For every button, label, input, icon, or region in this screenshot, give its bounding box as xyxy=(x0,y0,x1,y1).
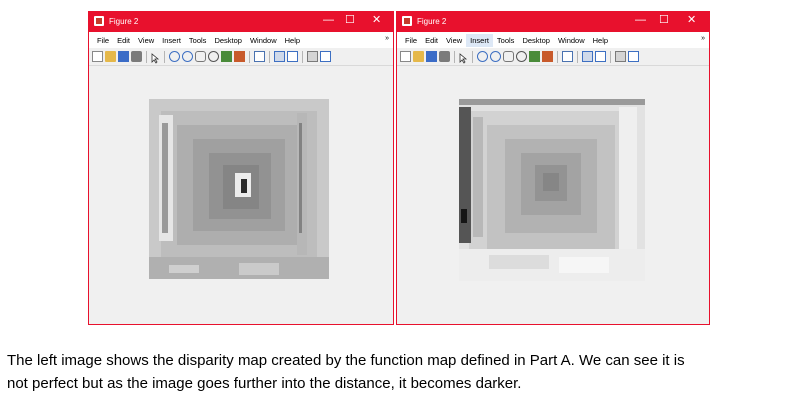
menu-edit[interactable]: Edit xyxy=(113,34,134,47)
save-icon[interactable] xyxy=(426,51,437,62)
menu-desktop[interactable]: Desktop xyxy=(210,34,246,47)
title-bar[interactable]: Figure 2 — ☐ ✕ xyxy=(397,12,709,32)
caption-line-2: not perfect but as the image goes furthe… xyxy=(7,375,522,392)
brush-icon[interactable] xyxy=(234,51,245,62)
plot-area xyxy=(89,67,393,324)
zoom-in-icon[interactable] xyxy=(169,51,180,62)
link-plot-icon[interactable] xyxy=(254,51,265,62)
legend-icon[interactable] xyxy=(287,51,298,62)
toolbar-separator xyxy=(164,50,165,63)
zoom-out-icon[interactable] xyxy=(490,51,501,62)
rotate-3d-icon[interactable] xyxy=(516,51,527,62)
rotate-3d-icon[interactable] xyxy=(208,51,219,62)
show-plot-tools-icon[interactable] xyxy=(320,51,331,62)
maximize-button[interactable]: ☐ xyxy=(659,15,669,26)
menu-view[interactable]: View xyxy=(134,34,158,47)
legend-icon[interactable] xyxy=(595,51,606,62)
close-button[interactable]: ✕ xyxy=(372,15,381,26)
close-button[interactable]: ✕ xyxy=(687,15,696,26)
menu-insert[interactable]: Insert xyxy=(466,33,493,47)
zoom-in-icon[interactable] xyxy=(477,51,488,62)
figure-window-left: Figure 2 — ☐ ✕ File Edit View Insert Too… xyxy=(88,11,394,325)
toolbar-separator xyxy=(472,50,473,63)
menu-overflow-icon[interactable]: » xyxy=(385,35,389,42)
menu-window[interactable]: Window xyxy=(554,34,589,47)
menu-help[interactable]: Help xyxy=(589,34,612,47)
figure-window-right: Figure 2 — ☐ ✕ File Edit View Insert Too… xyxy=(396,11,710,325)
zoom-out-icon[interactable] xyxy=(182,51,193,62)
new-figure-icon[interactable] xyxy=(400,51,411,62)
toolbar-separator xyxy=(577,50,578,63)
colorbar-icon[interactable] xyxy=(274,51,285,62)
pointer-icon[interactable] xyxy=(151,51,160,64)
data-cursor-icon[interactable] xyxy=(221,51,232,62)
menu-overflow-icon[interactable]: » xyxy=(701,35,705,42)
minimize-button[interactable]: — xyxy=(635,15,646,26)
data-cursor-icon[interactable] xyxy=(529,51,540,62)
figure-toolbar xyxy=(397,48,709,66)
menu-desktop[interactable]: Desktop xyxy=(518,34,554,47)
toolbar-separator xyxy=(146,50,147,63)
menu-bar: File Edit View Insert Tools Desktop Wind… xyxy=(89,32,393,48)
menu-window[interactable]: Window xyxy=(246,34,281,47)
matlab-icon xyxy=(94,16,104,26)
disparity-map-image xyxy=(459,99,645,281)
menu-tools[interactable]: Tools xyxy=(493,34,519,47)
toolbar-separator xyxy=(557,50,558,63)
hide-plot-tools-icon[interactable] xyxy=(615,51,626,62)
new-figure-icon[interactable] xyxy=(92,51,103,62)
caption-line-1: The left image shows the disparity map c… xyxy=(7,352,685,369)
figure-toolbar xyxy=(89,48,393,66)
menu-view[interactable]: View xyxy=(442,34,466,47)
window-title: Figure 2 xyxy=(417,17,447,26)
show-plot-tools-icon[interactable] xyxy=(628,51,639,62)
maximize-button[interactable]: ☐ xyxy=(345,15,355,26)
open-file-icon[interactable] xyxy=(413,51,424,62)
hide-plot-tools-icon[interactable] xyxy=(307,51,318,62)
toolbar-separator xyxy=(302,50,303,63)
window-title: Figure 2 xyxy=(109,17,139,26)
link-plot-icon[interactable] xyxy=(562,51,573,62)
menu-edit[interactable]: Edit xyxy=(421,34,442,47)
save-icon[interactable] xyxy=(118,51,129,62)
matlab-icon xyxy=(402,16,412,26)
pointer-icon[interactable] xyxy=(459,51,468,64)
plot-area xyxy=(397,67,709,324)
menu-file[interactable]: File xyxy=(93,34,113,47)
toolbar-separator xyxy=(454,50,455,63)
print-icon[interactable] xyxy=(131,51,142,62)
title-bar[interactable]: Figure 2 — ☐ ✕ xyxy=(89,12,393,32)
toolbar-separator xyxy=(249,50,250,63)
toolbar-separator xyxy=(610,50,611,63)
disparity-map-image xyxy=(149,99,329,279)
menu-help[interactable]: Help xyxy=(281,34,304,47)
open-file-icon[interactable] xyxy=(105,51,116,62)
minimize-button[interactable]: — xyxy=(323,15,334,26)
brush-icon[interactable] xyxy=(542,51,553,62)
menu-file[interactable]: File xyxy=(401,34,421,47)
pan-icon[interactable] xyxy=(503,51,514,62)
menu-insert[interactable]: Insert xyxy=(158,34,185,47)
colorbar-icon[interactable] xyxy=(582,51,593,62)
menu-tools[interactable]: Tools xyxy=(185,34,211,47)
pan-icon[interactable] xyxy=(195,51,206,62)
toolbar-separator xyxy=(269,50,270,63)
menu-bar: File Edit View Insert Tools Desktop Wind… xyxy=(397,32,709,48)
print-icon[interactable] xyxy=(439,51,450,62)
caption-paragraph: The left image shows the disparity map c… xyxy=(7,349,787,395)
